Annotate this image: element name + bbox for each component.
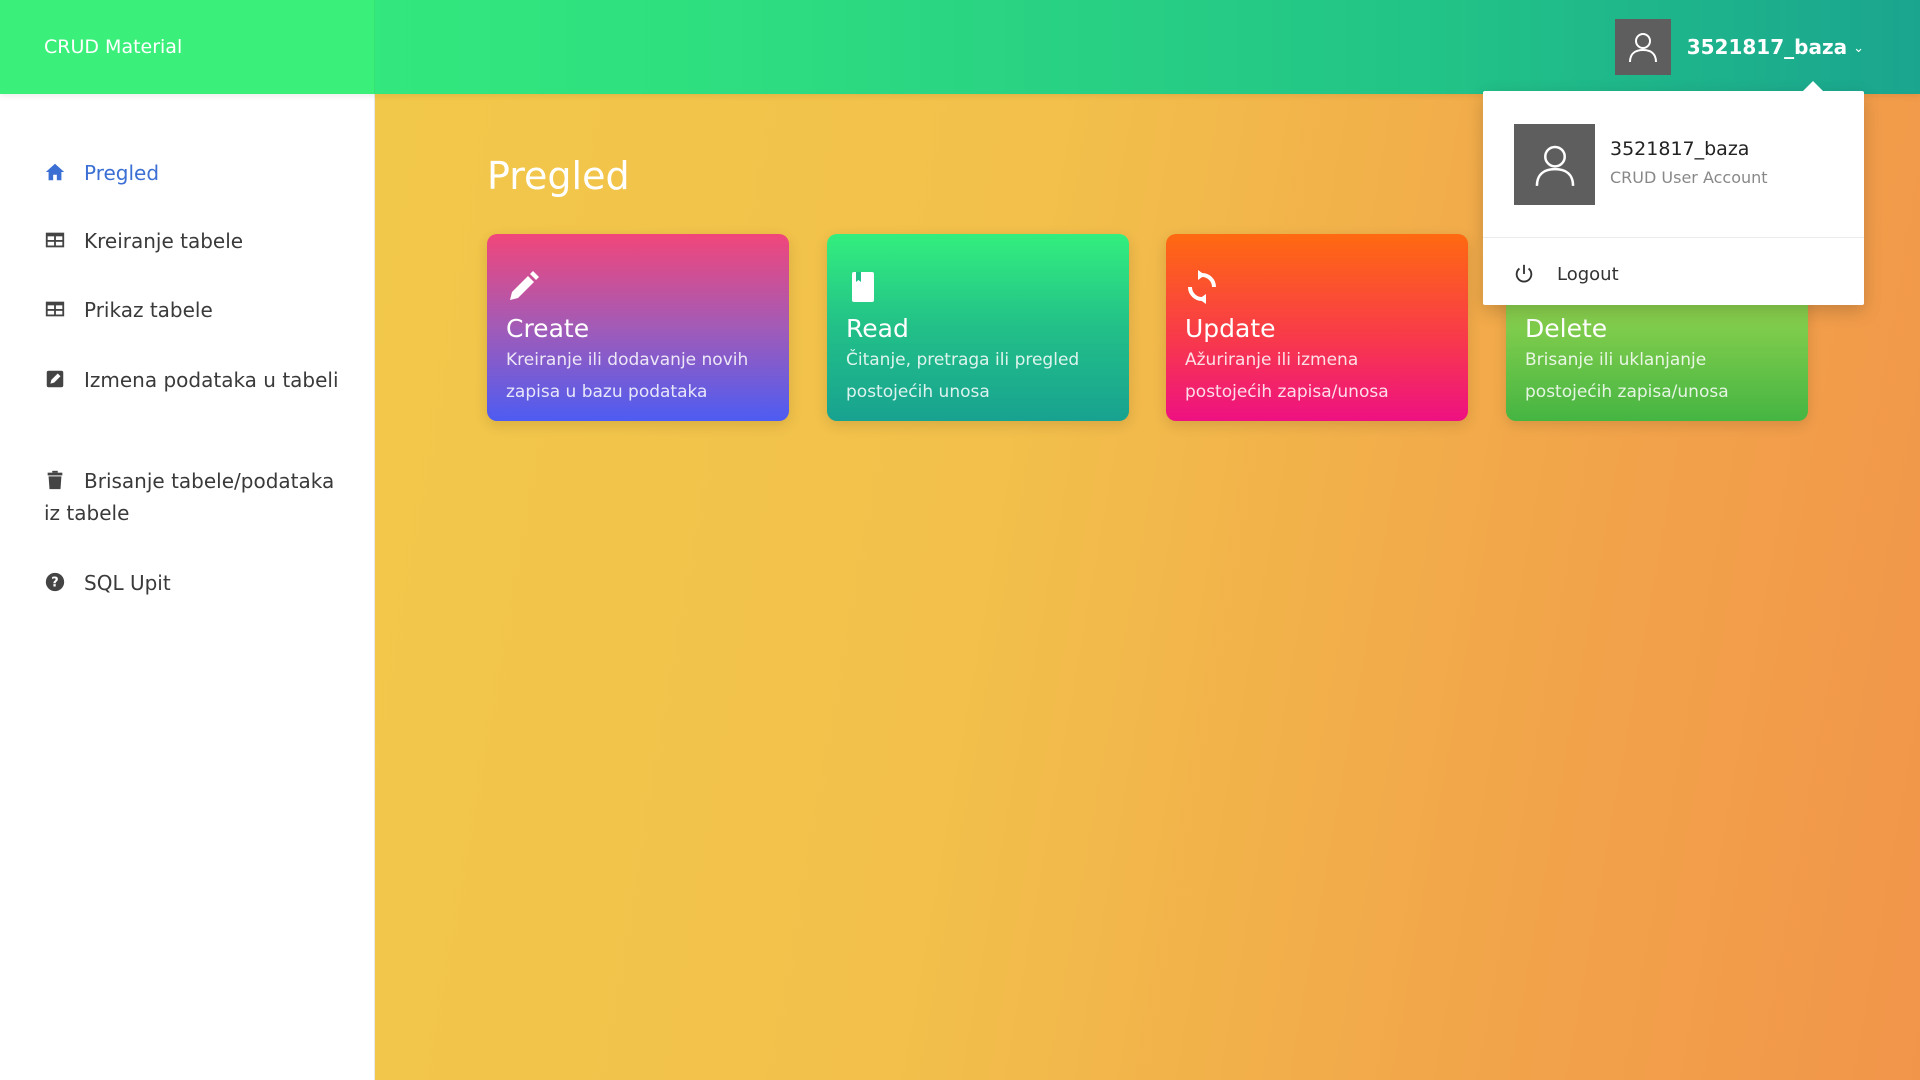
brand-logo[interactable]: CRUD Material — [0, 0, 375, 94]
user-name: 3521817_baza — [1686, 34, 1848, 59]
pencil-icon — [510, 271, 539, 300]
power-icon — [1515, 264, 1533, 283]
sidebar-item-kreiranje-tabele[interactable]: Kreiranje tabele — [44, 225, 344, 257]
card-title: Delete — [1525, 314, 1608, 343]
card-description: Ažuriranje ili izmena postojećih zapisa/… — [1185, 350, 1389, 402]
user-dropdown-menu: 3521817_baza CRUD User Account Logout — [1483, 81, 1864, 305]
table-icon — [45, 301, 65, 317]
svg-text:?: ? — [51, 576, 58, 591]
card-description: Brisanje ili uklanjanje postojećih zapis… — [1525, 350, 1729, 402]
sidebar-item-label: Kreiranje tabele — [84, 229, 244, 253]
dropdown-user-role: CRUD User Account — [1610, 168, 1768, 187]
card-description: Čitanje, pretraga ili pregled postojećih… — [846, 350, 1080, 402]
logout-label: Logout — [1557, 263, 1619, 285]
edit-icon — [46, 370, 64, 388]
avatar — [1614, 18, 1671, 75]
avatar — [1514, 124, 1595, 205]
dropdown-user-name: 3521817_baza — [1610, 138, 1750, 160]
dropdown-arrow — [1803, 81, 1823, 91]
refresh-icon — [1188, 270, 1216, 304]
sidebar-item-brisanje[interactable]: Brisanje tabele/podataka iz tabele — [44, 465, 344, 529]
trash-icon — [47, 470, 63, 490]
home-icon — [45, 163, 65, 181]
table-icon — [45, 232, 65, 248]
divider — [1483, 237, 1864, 238]
sidebar: Pregled Kreiranje tabele Prikaz tabele I… — [0, 94, 375, 1080]
user-icon — [1535, 145, 1574, 186]
card-update[interactable]: Update Ažuriranje ili izmena postojećih … — [1166, 234, 1468, 421]
sidebar-item-label: Brisanje tabele/podataka iz tabele — [44, 469, 335, 525]
sidebar-item-label: Izmena podataka u tabeli — [84, 368, 339, 392]
user-menu-toggle[interactable]: 3521817_baza ⌄ — [1614, 18, 1864, 75]
chevron-down-icon: ⌄ — [1853, 40, 1864, 56]
question-icon: ? — [45, 572, 65, 592]
card-title: Read — [846, 314, 909, 343]
sidebar-item-pregled[interactable]: Pregled — [44, 157, 344, 189]
sidebar-item-sql-upit[interactable]: ? SQL Upit — [44, 567, 344, 599]
card-read[interactable]: Read Čitanje, pretraga ili pregled posto… — [827, 234, 1129, 421]
sidebar-item-label: SQL Upit — [84, 571, 171, 595]
page-title: Pregled — [487, 154, 630, 198]
logout-button[interactable]: Logout — [1513, 259, 1619, 289]
sidebar-item-prikaz-tabele[interactable]: Prikaz tabele — [44, 294, 344, 326]
card-create[interactable]: Create Kreiranje ili dodavanje novih zap… — [487, 234, 789, 421]
sidebar-item-label: Pregled — [84, 161, 160, 185]
sidebar-item-label: Prikaz tabele — [84, 298, 213, 322]
card-title: Update — [1185, 314, 1276, 343]
book-icon — [852, 272, 874, 302]
card-title: Create — [506, 314, 590, 343]
user-icon — [1628, 32, 1657, 62]
top-navbar: CRUD Material 3521817_baza ⌄ — [0, 0, 1920, 94]
sidebar-item-izmena-podataka[interactable]: Izmena podataka u tabeli — [44, 364, 344, 396]
card-description: Kreiranje ili dodavanje novih zapisa u b… — [506, 350, 749, 402]
